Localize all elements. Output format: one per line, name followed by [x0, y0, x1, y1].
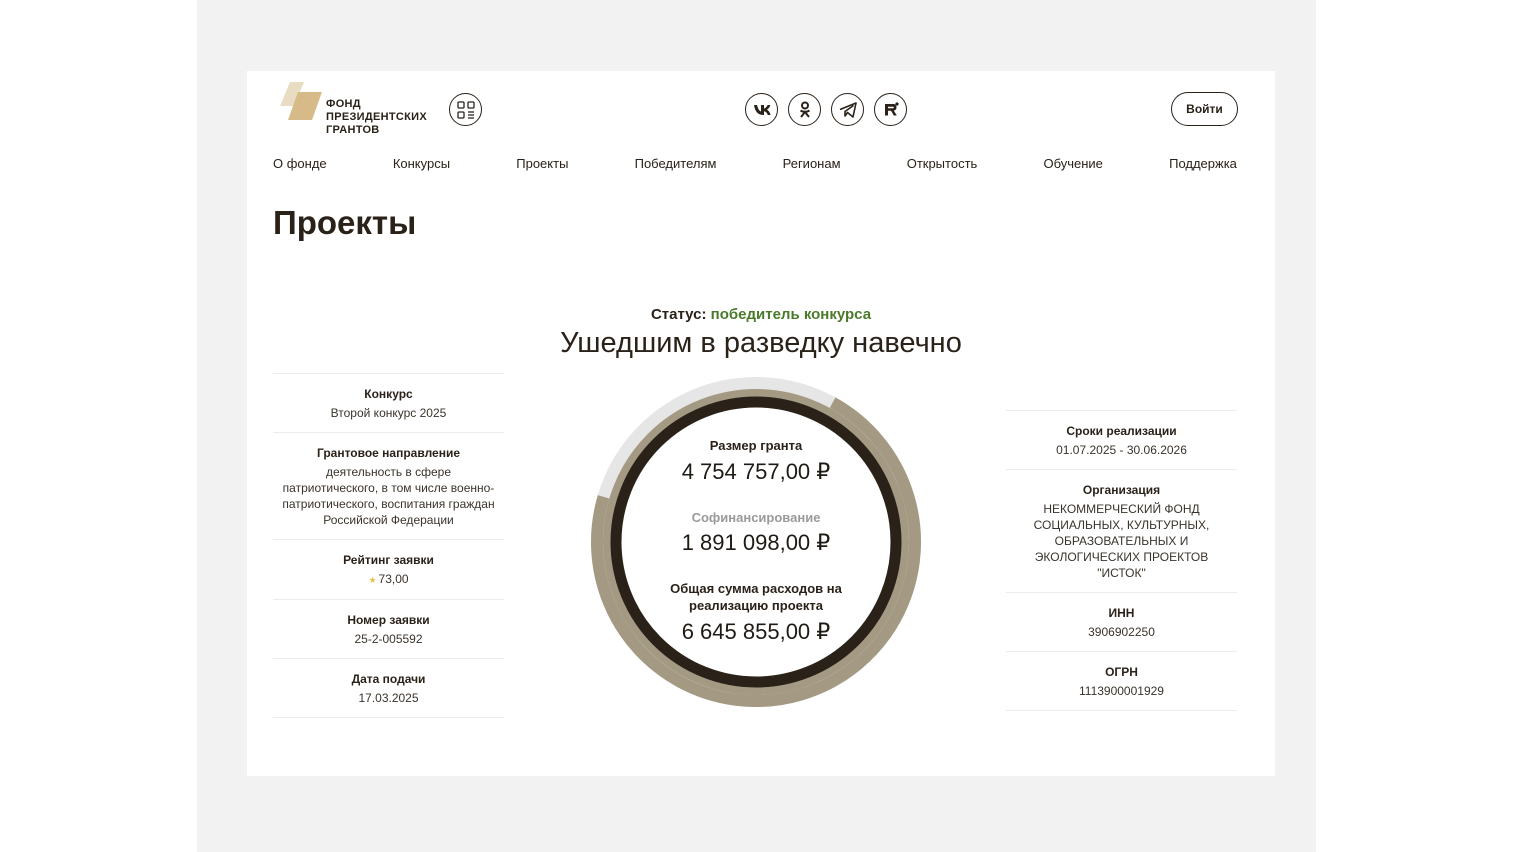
- info-label: Дата подачи: [351, 672, 426, 686]
- nav-item-contests[interactable]: Конкурсы: [393, 156, 450, 171]
- info-label: Рейтинг заявки: [343, 553, 434, 567]
- info-value: 3906902250: [1088, 625, 1155, 639]
- info-value: деятельность в сфере патриотического, в …: [282, 465, 495, 527]
- info-value: 1113900001929: [1079, 684, 1164, 698]
- info-label: ИНН: [1108, 606, 1135, 620]
- info-item-application-number: Номер заявки 25-2-005592: [273, 599, 504, 658]
- logo-line-2: ПРЕЗИДЕНТСКИХ: [326, 111, 428, 123]
- finance-ring: Размер гранта 4 754 757,00 ₽ Софинансиро…: [588, 374, 924, 710]
- star-icon: ★: [368, 575, 377, 585]
- grant-label: Размер гранта: [709, 438, 803, 453]
- left-info-list: Конкурс Второй конкурс 2025 Грантовое на…: [273, 373, 504, 718]
- status-value: победитель конкурса: [710, 306, 872, 323]
- nav-item-about[interactable]: О фонде: [273, 156, 327, 171]
- vk-button[interactable]: [745, 93, 778, 126]
- grant-value: 4 754 757,00 ₽: [681, 459, 831, 484]
- odnoklassniki-icon: [799, 101, 810, 118]
- telegram-icon: [839, 101, 857, 118]
- info-value: Второй конкурс 2025: [330, 406, 447, 420]
- qr-code-icon: [456, 100, 475, 119]
- info-item-period: Сроки реализации 01.07.2025 - 30.06.2026: [1006, 410, 1237, 469]
- project-title: Ушедшим в разведку навечно: [560, 327, 962, 359]
- info-item-organization: Организация НЕКОММЕРЧЕСКИЙ ФОНД СОЦИАЛЬН…: [1006, 469, 1237, 592]
- logo-line-3: ГРАНТОВ: [326, 124, 380, 136]
- total-label: Общая сумма расходов на реализацию проек…: [670, 581, 842, 613]
- finance-values: Размер гранта 4 754 757,00 ₽ Софинансиро…: [588, 374, 924, 710]
- social-links: [745, 93, 907, 126]
- logo-mark-icon: [280, 82, 322, 120]
- project-status: Статус: победитель конкурса: [247, 306, 1275, 323]
- info-item-ogrn: ОГРН 1113900001929: [1006, 651, 1237, 711]
- fund-logo[interactable]: ФОНД ПРЕЗИДЕНТСКИХ ГРАНТОВ: [280, 82, 440, 138]
- info-value-rating: ★ 73,00: [277, 571, 500, 588]
- status-label: Статус:: [650, 306, 707, 323]
- rating-value: 73,00: [378, 572, 409, 586]
- main-card: ФОНД ПРЕЗИДЕНТСКИХ ГРАНТОВ Войти О фонде…: [247, 71, 1275, 776]
- info-label: Грантовое направление: [316, 446, 461, 460]
- info-value: 01.07.2025 - 30.06.2026: [1056, 443, 1187, 457]
- nav-item-regions[interactable]: Регионам: [783, 156, 841, 171]
- info-value: НЕКОММЕРЧЕСКИЙ ФОНД СОЦИАЛЬНЫХ, КУЛЬТУРН…: [1033, 502, 1210, 580]
- login-button[interactable]: Войти: [1171, 92, 1238, 126]
- page-title: Проекты: [273, 204, 417, 241]
- nav-item-projects[interactable]: Проекты: [516, 156, 568, 171]
- info-label: Конкурс: [364, 387, 413, 401]
- qr-code-button[interactable]: [449, 93, 482, 126]
- nav-item-openness[interactable]: Открытость: [907, 156, 978, 171]
- rutube-icon: [884, 101, 899, 115]
- cofinancing-value: 1 891 098,00 ₽: [681, 530, 831, 555]
- total-value: 6 645 855,00 ₽: [681, 619, 831, 644]
- cofinancing-label: Софинансирование: [691, 510, 821, 525]
- odnoklassniki-button[interactable]: [788, 93, 821, 126]
- nav-item-education[interactable]: Обучение: [1043, 156, 1102, 171]
- info-item-direction: Грантовое направление деятельность в сфе…: [273, 432, 504, 539]
- logo-line-1: ФОНД: [326, 98, 361, 110]
- info-label: ОГРН: [1105, 665, 1138, 679]
- info-item-inn: ИНН 3906902250: [1006, 592, 1237, 651]
- info-value: 25-2-005592: [354, 632, 423, 646]
- info-item-contest: Конкурс Второй конкурс 2025: [273, 373, 504, 432]
- nav-item-winners[interactable]: Победителям: [635, 156, 717, 171]
- info-item-submission-date: Дата подачи 17.03.2025: [273, 658, 504, 718]
- info-label: Номер заявки: [347, 613, 430, 627]
- vk-icon: [753, 104, 771, 115]
- nav-item-support[interactable]: Поддержка: [1169, 156, 1237, 171]
- info-value: 17.03.2025: [358, 691, 419, 705]
- right-info-list: Сроки реализации 01.07.2025 - 30.06.2026…: [1006, 410, 1237, 711]
- telegram-button[interactable]: [831, 93, 864, 126]
- info-label: Сроки реализации: [1066, 424, 1177, 438]
- main-nav: О фонде Конкурсы Проекты Победителям Рег…: [273, 156, 1237, 171]
- info-label: Организация: [1082, 483, 1161, 497]
- info-item-rating: Рейтинг заявки ★ 73,00: [273, 539, 504, 599]
- rutube-button[interactable]: [874, 93, 907, 126]
- logo-text: ФОНД ПРЕЗИДЕНТСКИХ ГРАНТОВ: [326, 98, 427, 137]
